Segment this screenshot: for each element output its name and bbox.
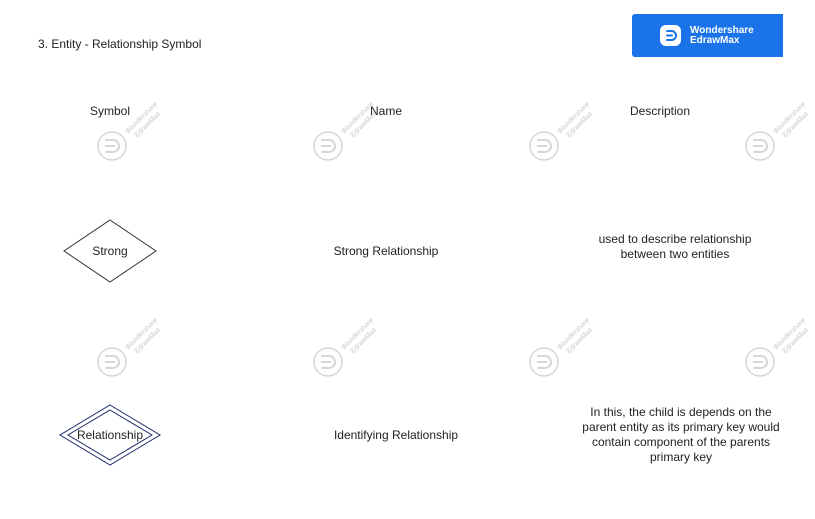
strong-relationship-description: used to describe relationship between tw… bbox=[598, 232, 752, 261]
page-title: 3. Entity - Relationship Symbol bbox=[38, 37, 202, 51]
header-description: Description bbox=[629, 104, 691, 118]
watermark-line-1: Wondershare bbox=[124, 317, 159, 352]
watermark-line-1: Wondershare bbox=[772, 317, 807, 352]
watermark-line-1: Wondershare bbox=[556, 101, 591, 136]
strong-relationship-name: Strong Relationship bbox=[333, 244, 439, 258]
watermark-line-2: EdrawMax bbox=[782, 110, 811, 139]
watermark-icon: Wondershare EdrawMax bbox=[745, 317, 811, 377]
header-symbol: Symbol bbox=[89, 104, 130, 118]
header-name: Name bbox=[369, 104, 402, 118]
watermark-icon: Wondershare EdrawMax bbox=[529, 317, 595, 377]
watermark-line-1: Wondershare bbox=[772, 101, 807, 136]
watermark-line-2: EdrawMax bbox=[566, 326, 595, 355]
identifying-relationship-description: In this, the child is depends on the par… bbox=[582, 405, 780, 464]
watermark-icon: Wondershare EdrawMax bbox=[745, 101, 811, 161]
watermark-line-2: EdrawMax bbox=[566, 110, 595, 139]
strong-symbol-label: Strong bbox=[92, 244, 128, 258]
brand-badge[interactable]: Wondershare EdrawMax bbox=[632, 14, 783, 57]
brand-line-1: Wondershare bbox=[690, 24, 754, 36]
edrawmax-logo-icon bbox=[660, 25, 681, 46]
watermark-icon: Wondershare EdrawMax bbox=[313, 317, 379, 377]
watermark-line-2: EdrawMax bbox=[134, 326, 163, 355]
brand-line-2: EdrawMax bbox=[690, 34, 740, 46]
identifying-symbol-label: Relationship bbox=[76, 428, 144, 442]
brand-name: Wondershare EdrawMax bbox=[690, 24, 754, 46]
watermark-line-2: EdrawMax bbox=[350, 326, 379, 355]
watermark-line-1: Wondershare bbox=[556, 317, 591, 352]
identifying-relationship-name: Identifying Relationship bbox=[333, 428, 459, 442]
watermark-icon: Wondershare EdrawMax bbox=[529, 101, 595, 161]
watermark-line-2: EdrawMax bbox=[782, 326, 811, 355]
watermark-line-1: Wondershare bbox=[340, 317, 375, 352]
watermark-icon: Wondershare EdrawMax bbox=[97, 317, 163, 377]
